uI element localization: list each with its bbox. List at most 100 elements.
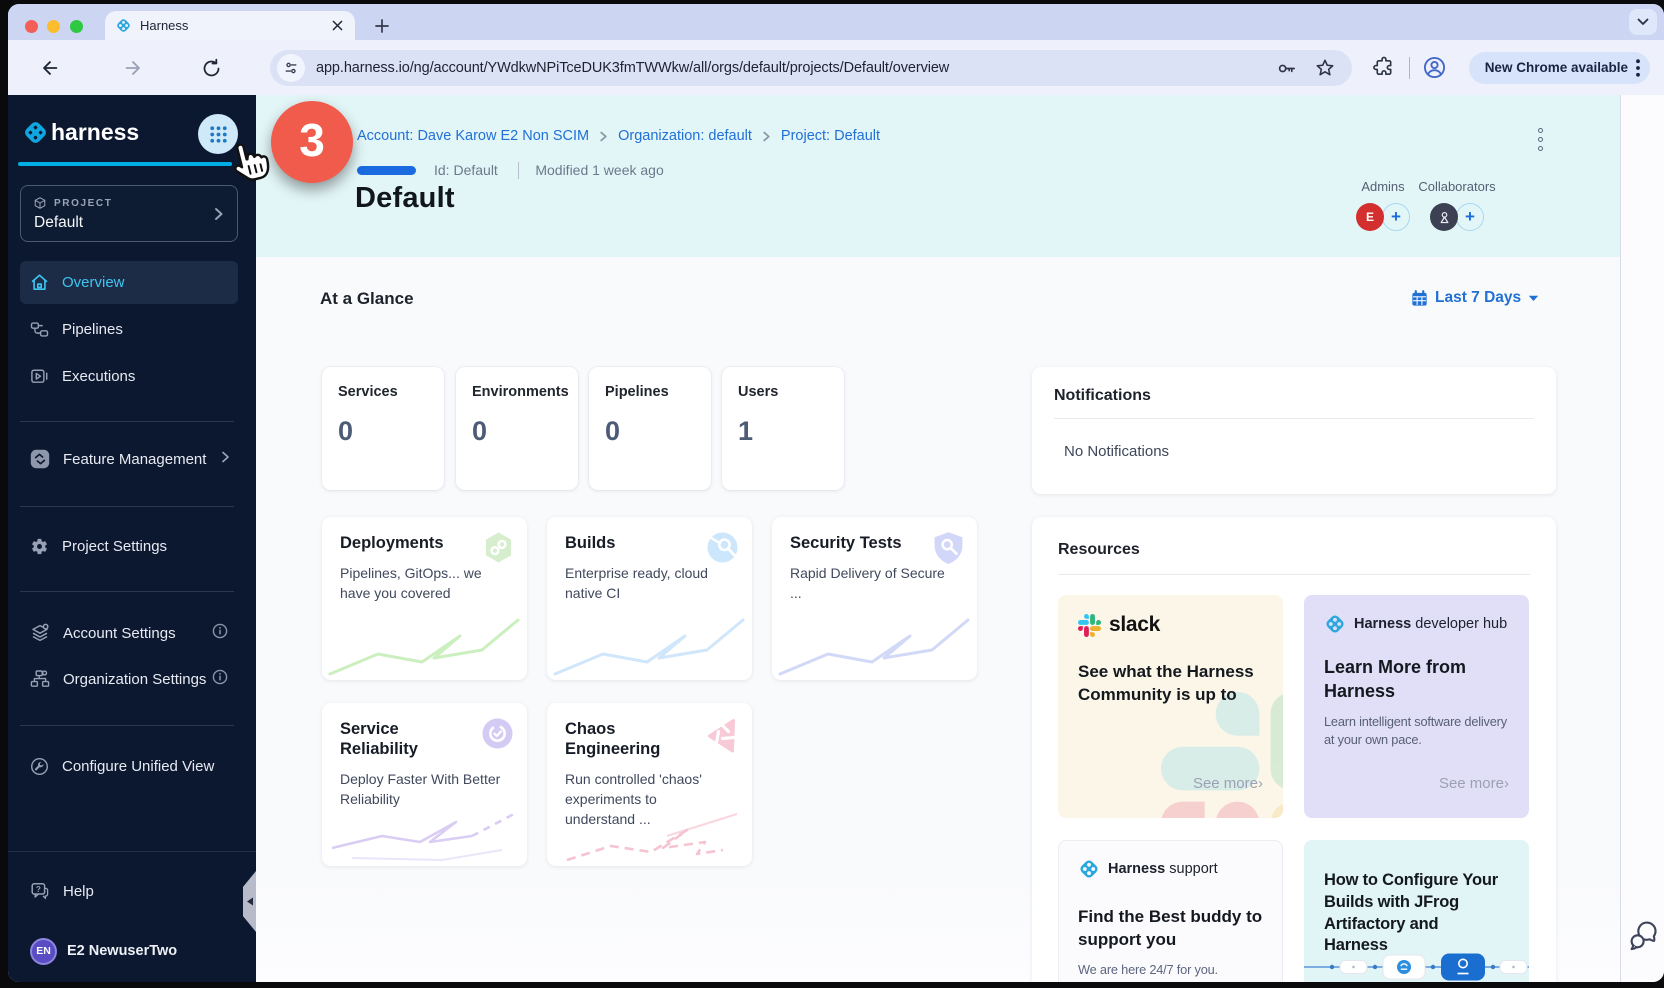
stat-card-pipelines[interactable]: Pipelines 0 [589, 367, 711, 490]
admins-group: Admins E + [1352, 179, 1414, 231]
sidebar-item-configure-unified-view[interactable]: Configure Unified View [20, 746, 238, 786]
stat-label: Environments [472, 384, 562, 400]
close-window-button[interactable] [25, 20, 38, 33]
resource-card-support[interactable]: Harness support Find the Best buddy to s… [1058, 840, 1283, 982]
project-id: Id: Default [434, 162, 498, 178]
notifications-divider [1054, 418, 1534, 419]
chat-support-button[interactable] [1629, 921, 1660, 956]
sidebar: harness PROJECT Default Overview Pipelin… [8, 95, 256, 982]
tab-search-chevron-button[interactable] [1629, 9, 1657, 35]
sidebar-user[interactable]: EN E2 NewuserTwo [20, 931, 238, 971]
bookmark-star-icon[interactable] [1314, 57, 1336, 79]
sidebar-item-label: Configure Unified View [62, 758, 214, 775]
person-icon [1437, 210, 1452, 225]
module-card-builds[interactable]: Builds Enterprise ready, cloud native CI [547, 517, 752, 680]
slack-card-heading: See what the Harness Community is up to [1078, 661, 1263, 707]
support-heading: Find the Best buddy to support you [1078, 906, 1263, 952]
breadcrumb-organization-link[interactable]: Organization: default [618, 128, 752, 144]
module-card-security-tests[interactable]: Security Tests Rapid Delivery of Secure … [772, 517, 977, 680]
maximize-window-button[interactable] [70, 20, 83, 33]
sidebar-item-feature-management[interactable]: Feature Management [20, 439, 238, 479]
sidebar-accent-line [18, 162, 232, 166]
extensions-icon[interactable] [1372, 56, 1395, 79]
project-selector[interactable]: PROJECT Default [20, 185, 238, 242]
reload-icon[interactable] [198, 55, 224, 81]
sidebar-item-organization-settings[interactable]: Organization Settings [20, 659, 238, 699]
browser-tab[interactable]: Harness [105, 11, 355, 40]
resource-card-jfrog[interactable]: How to Configure Your Builds with JFrog … [1304, 840, 1529, 982]
sidebar-collapse-handle[interactable] [243, 871, 256, 932]
deployments-decoration [322, 610, 527, 680]
add-admin-button[interactable]: + [1382, 203, 1410, 231]
password-key-icon[interactable] [1275, 57, 1298, 80]
project-color-bar[interactable] [357, 166, 416, 175]
module-card-chaos-engineering[interactable]: Chaos Engineering Run controlled 'chaos'… [547, 703, 752, 866]
project-selector-label: PROJECT [54, 198, 112, 209]
project-selector-value: Default [34, 214, 225, 232]
notifications-card: Notifications No Notifications [1032, 367, 1556, 494]
browser-menu-kebab-icon[interactable] [1636, 59, 1640, 77]
stat-card-users[interactable]: Users 1 [722, 367, 844, 490]
sidebar-item-project-settings[interactable]: Project Settings [20, 526, 238, 566]
tab-close-icon[interactable] [329, 18, 345, 34]
stat-card-services[interactable]: Services 0 [322, 367, 444, 490]
breadcrumb-account-link[interactable]: Account: Dave Karow E2 Non SCIM [357, 128, 589, 144]
module-title: Builds [565, 533, 705, 553]
sidebar-item-executions[interactable]: Executions [20, 356, 238, 396]
pipelines-icon [30, 320, 49, 339]
harness-favicon-icon [115, 17, 132, 34]
slack-see-more-link[interactable]: See more› [1193, 775, 1263, 792]
url-bar[interactable]: app.harness.io/ng/account/YWdkwNPiTceDUK… [270, 50, 1352, 86]
info-icon[interactable] [212, 669, 228, 690]
feature-management-icon [30, 449, 50, 469]
collaborator-avatar[interactable] [1430, 203, 1458, 231]
stat-label: Pipelines [605, 384, 695, 400]
harness-logo: harness [22, 119, 139, 146]
add-collaborator-button[interactable]: + [1456, 203, 1484, 231]
admin-avatar[interactable]: E [1356, 203, 1384, 231]
minimize-window-button[interactable] [47, 20, 60, 33]
at-a-glance-title: At a Glance [320, 289, 414, 309]
breadcrumb-project-link[interactable]: Project: Default [781, 128, 880, 144]
harness-logo-icon [1078, 858, 1100, 880]
harness-logo-icon [1324, 613, 1346, 635]
jfrog-heading: How to Configure Your Builds with JFrog … [1324, 870, 1505, 957]
resource-card-slack[interactable]: slack See what the Harness Community is … [1058, 595, 1283, 818]
stat-card-environments[interactable]: Environments 0 [456, 367, 578, 490]
site-info-icon[interactable] [277, 54, 305, 82]
forward-icon[interactable] [120, 55, 146, 81]
project-options-kebab[interactable] [1538, 128, 1543, 151]
sidebar-divider [20, 591, 234, 592]
info-icon[interactable] [212, 623, 228, 644]
harness-wordmark: harness [51, 119, 139, 146]
module-card-service-reliability[interactable]: Service Reliability Deploy Faster With B… [322, 703, 527, 866]
chevron-right-icon [762, 131, 771, 142]
module-title: Deployments [340, 533, 480, 553]
developer-hub-see-more-link[interactable]: See more› [1439, 775, 1509, 792]
module-card-deployments[interactable]: Deployments Pipelines, GitOps... we have… [322, 517, 527, 680]
developer-hub-brand: Harness developer hub [1354, 616, 1507, 632]
stat-value: 0 [605, 416, 695, 447]
sidebar-item-pipelines[interactable]: Pipelines [20, 309, 238, 349]
admins-label: Admins [1361, 179, 1404, 194]
notifications-title: Notifications [1054, 387, 1534, 405]
back-icon[interactable] [37, 55, 63, 81]
layers-icon [30, 623, 50, 643]
calendar-icon [1411, 290, 1428, 307]
sidebar-item-help[interactable]: ? Help [20, 871, 238, 911]
url-text[interactable]: app.harness.io/ng/account/YWdkwNPiTceDUK… [316, 60, 1275, 76]
new-tab-button[interactable] [370, 14, 394, 38]
chrome-update-button[interactable]: New Chrome available [1469, 52, 1650, 84]
module-title: Security Tests [790, 533, 930, 553]
sidebar-item-account-settings[interactable]: Account Settings [20, 613, 238, 653]
profile-icon[interactable] [1422, 55, 1447, 80]
support-brand: Harness support [1108, 861, 1218, 877]
date-range-picker[interactable]: Last 7 Days [1411, 289, 1539, 307]
wrench-icon [30, 757, 49, 776]
stat-label: Services [338, 384, 428, 400]
resource-card-developer-hub[interactable]: Harness developer hub Learn More from Ha… [1304, 595, 1529, 818]
sidebar-item-overview[interactable]: Overview [20, 261, 238, 304]
browser-toolbar: app.harness.io/ng/account/YWdkwNPiTceDUK… [8, 40, 1664, 95]
page-title: Default [355, 182, 455, 215]
chaos-engineering-icon [705, 717, 739, 753]
